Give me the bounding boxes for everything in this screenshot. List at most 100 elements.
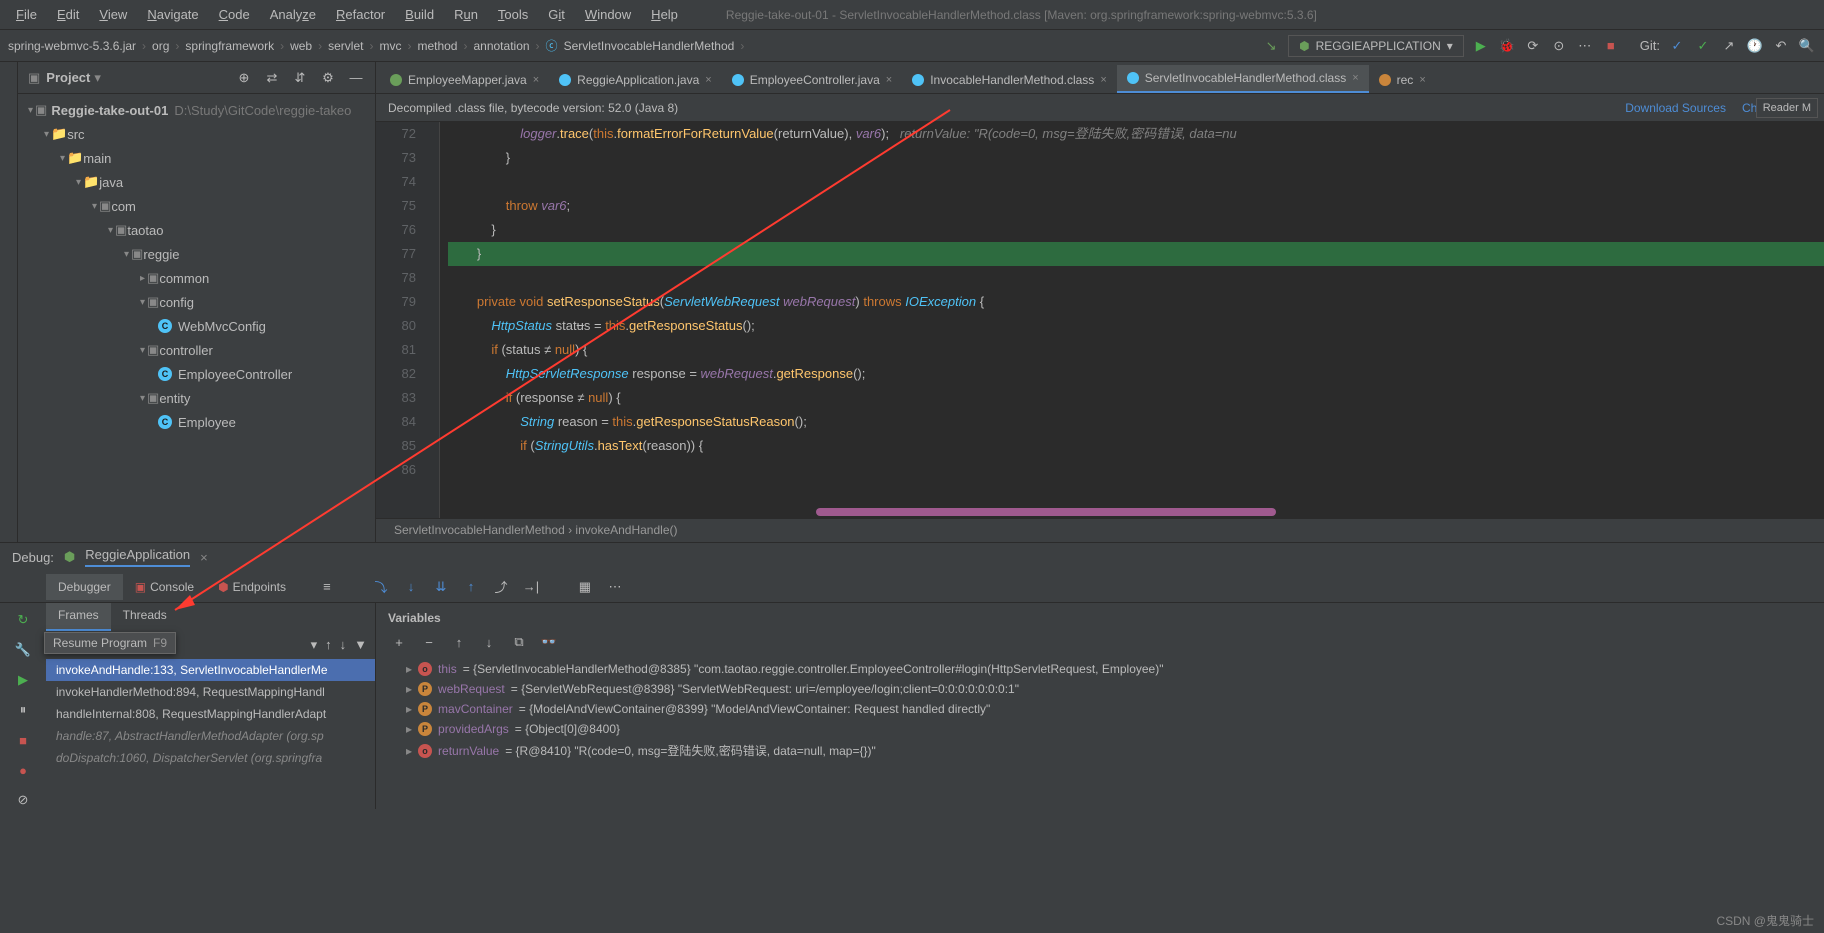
evaluate-icon[interactable]: ▦ xyxy=(576,578,594,596)
menu-file[interactable]: File xyxy=(8,5,45,24)
step-into-icon[interactable]: ↓ xyxy=(402,578,420,596)
menu-refactor[interactable]: Refactor xyxy=(328,5,393,24)
wrench-icon[interactable]: 🔧 xyxy=(14,641,32,659)
code-editor[interactable]: 727374757677787980818283848586 logger.tr… xyxy=(376,122,1824,518)
expand-icon[interactable]: ⇄ xyxy=(263,69,281,87)
debug-session[interactable]: ReggieApplication xyxy=(85,547,190,567)
menu-build[interactable]: Build xyxy=(397,5,442,24)
tree-root[interactable]: ▾▣ Reggie-take-out-01 D:\Study\GitCode\r… xyxy=(18,98,375,122)
stop-icon[interactable]: ■ xyxy=(1602,37,1620,55)
variable-row[interactable]: ▸PprovidedArgs = {Object[0]@8400} xyxy=(388,719,1812,739)
next-frame-icon[interactable]: ↓ xyxy=(340,637,347,653)
menu-view[interactable]: View xyxy=(91,5,135,24)
menu-tools[interactable]: Tools xyxy=(490,5,536,24)
close-icon[interactable]: × xyxy=(1419,74,1425,86)
run-to-cursor-icon[interactable]: →| xyxy=(522,578,540,596)
frame-item[interactable]: invokeHandlerMethod:894, RequestMappingH… xyxy=(46,681,375,703)
project-title[interactable]: Project xyxy=(46,70,90,85)
close-icon[interactable]: × xyxy=(1352,72,1358,84)
reader-mode-button[interactable]: Reader M xyxy=(1756,98,1818,118)
project-tree[interactable]: ▾▣ Reggie-take-out-01 D:\Study\GitCode\r… xyxy=(18,94,375,542)
tool-window-strip-left[interactable] xyxy=(0,62,18,542)
variable-row[interactable]: ▸PmavContainer = {ModelAndViewContainer@… xyxy=(388,699,1812,719)
force-step-into-icon[interactable]: ⇊ xyxy=(432,578,450,596)
git-commit-icon[interactable]: ✓ xyxy=(1694,37,1712,55)
fold-gutter[interactable] xyxy=(424,122,440,518)
profile-icon[interactable]: ⊙ xyxy=(1550,37,1568,55)
trace-icon[interactable]: ⋯ xyxy=(606,578,624,596)
close-icon[interactable]: × xyxy=(1100,74,1106,86)
debug-icon[interactable]: 🐞 xyxy=(1498,37,1516,55)
menu-code[interactable]: Code xyxy=(211,5,258,24)
breadcrumb-item[interactable]: mvc xyxy=(379,39,401,53)
filter-icon[interactable]: ▼ xyxy=(354,637,367,653)
up-icon[interactable]: ↑ xyxy=(450,633,468,651)
editor-tab[interactable]: ServletInvocableHandlerMethod.class× xyxy=(1117,65,1369,93)
breadcrumb-item[interactable]: ServletInvocableHandlerMethod xyxy=(564,39,735,53)
frames-tab[interactable]: Frames xyxy=(46,603,111,631)
down-icon[interactable]: ↓ xyxy=(480,633,498,651)
hammer-icon[interactable]: ↘ xyxy=(1262,37,1280,55)
close-icon[interactable]: × xyxy=(705,74,711,86)
code-content[interactable]: logger.trace(this.formatErrorForReturnVa… xyxy=(440,122,1824,518)
breadcrumb-item[interactable]: springframework xyxy=(185,39,274,53)
chevron-down-icon[interactable]: ▾ xyxy=(311,637,318,653)
chevron-down-icon[interactable]: ▾ xyxy=(94,70,101,86)
frame-item[interactable]: handleInternal:808, RequestMappingHandle… xyxy=(46,703,375,725)
close-icon[interactable]: × xyxy=(533,74,539,86)
search-icon[interactable]: 🔍 xyxy=(1798,37,1816,55)
threads-tab[interactable]: Threads xyxy=(111,603,179,631)
tree-row[interactable]: CEmployeeController xyxy=(18,362,375,386)
tree-row[interactable]: CWebMvcConfig xyxy=(18,314,375,338)
menu-window[interactable]: Window xyxy=(577,5,639,24)
view-breakpoints-icon[interactable]: ● xyxy=(14,761,32,779)
hide-icon[interactable]: — xyxy=(347,69,365,87)
menu-navigate[interactable]: Navigate xyxy=(139,5,206,24)
variable-row[interactable]: ▸PwebRequest = {ServletWebRequest@8398} … xyxy=(388,679,1812,699)
download-sources-link[interactable]: Download Sources xyxy=(1625,101,1726,115)
console-tab[interactable]: ▣Console xyxy=(123,574,206,600)
breadcrumb-item[interactable]: annotation xyxy=(473,39,529,53)
attach-icon[interactable]: ⋯ xyxy=(1576,37,1594,55)
git-history-icon[interactable]: 🕐 xyxy=(1746,37,1764,55)
breadcrumb-item[interactable]: web xyxy=(290,39,312,53)
variable-row[interactable]: ▸othis = {ServletInvocableHandlerMethod@… xyxy=(388,659,1812,679)
drop-frame-icon[interactable]: ⤴ xyxy=(492,578,510,596)
frame-item[interactable]: invokeAndHandle:133, ServletInvocableHan… xyxy=(46,659,375,681)
git-update-icon[interactable]: ✓ xyxy=(1668,37,1686,55)
debugger-tab[interactable]: Debugger xyxy=(46,574,123,600)
gear-icon[interactable]: ⚙ xyxy=(319,69,337,87)
menu-git[interactable]: Git xyxy=(540,5,573,24)
frame-item[interactable]: doDispatch:1060, DispatcherServlet (org.… xyxy=(46,747,375,769)
revert-icon[interactable]: ↶ xyxy=(1772,37,1790,55)
tree-row[interactable]: CEmployee xyxy=(18,410,375,434)
stop-icon[interactable]: ■ xyxy=(14,731,32,749)
editor-tab[interactable]: rec× xyxy=(1369,67,1436,93)
git-push-icon[interactable]: ↗ xyxy=(1720,37,1738,55)
editor-tab[interactable]: ReggieApplication.java× xyxy=(549,67,722,93)
tree-row[interactable]: ▾📁src xyxy=(18,122,375,146)
breadcrumb-item[interactable]: org xyxy=(152,39,169,53)
menu-edit[interactable]: Edit xyxy=(49,5,87,24)
pause-icon[interactable]: ⏸ xyxy=(14,701,32,719)
show-execution-icon[interactable]: ≡ xyxy=(318,578,336,596)
close-icon[interactable]: × xyxy=(200,550,208,565)
tree-row[interactable]: ▾📁main xyxy=(18,146,375,170)
breadcrumb-item[interactable]: method xyxy=(417,39,457,53)
frame-list[interactable]: invokeAndHandle:133, ServletInvocableHan… xyxy=(46,659,375,769)
resume-icon[interactable]: ▶ xyxy=(14,671,32,689)
editor-breadcrumb[interactable]: ServletInvocableHandlerMethod › invokeAn… xyxy=(376,518,1824,542)
add-watch-icon[interactable]: + xyxy=(390,633,408,651)
menu-help[interactable]: Help xyxy=(643,5,686,24)
remove-watch-icon[interactable]: − xyxy=(420,633,438,651)
horizontal-scrollbar[interactable] xyxy=(436,508,1286,518)
tree-row[interactable]: ▾▣controller xyxy=(18,338,375,362)
tree-row[interactable]: ▾▣entity xyxy=(18,386,375,410)
collapse-icon[interactable]: ⇵ xyxy=(291,69,309,87)
tree-row[interactable]: ▾▣config xyxy=(18,290,375,314)
copy-icon[interactable]: ⧉ xyxy=(510,633,528,651)
tree-row[interactable]: ▾▣com xyxy=(18,194,375,218)
tree-row[interactable]: ▾▣reggie xyxy=(18,242,375,266)
run-configuration[interactable]: ⬢ REGGIEAPPLICATION ▾ xyxy=(1288,35,1464,57)
mute-breakpoints-icon[interactable]: ⊘ xyxy=(14,791,32,809)
